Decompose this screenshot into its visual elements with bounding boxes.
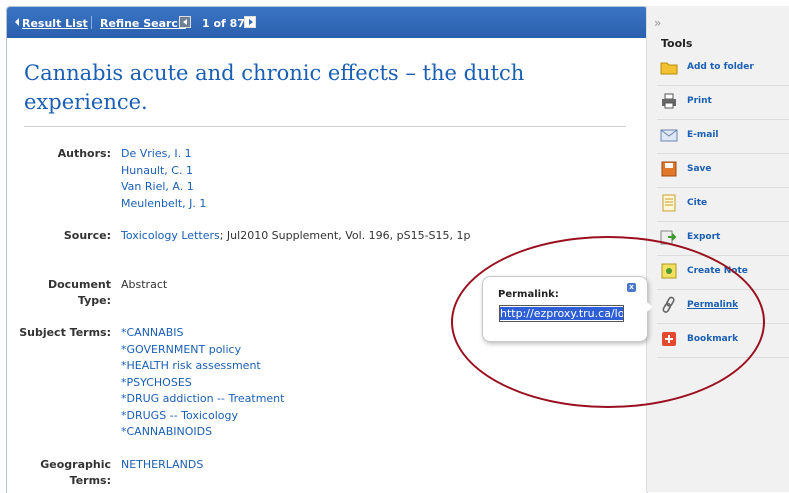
document-type-value: Abstract bbox=[121, 278, 168, 291]
back-arrow-icon bbox=[15, 18, 19, 26]
source-journal-link[interactable]: Toxicology Letters bbox=[121, 229, 220, 242]
popup-pointer bbox=[643, 299, 653, 315]
subject-term-link[interactable]: *GOVERNMENT policy bbox=[121, 342, 284, 359]
authors-list: De Vries, I. 1 Hunault, C. 1 Van Riel, A… bbox=[121, 146, 206, 212]
geographic-terms-value: NETHERLANDS bbox=[121, 457, 203, 474]
next-record-button[interactable] bbox=[244, 16, 256, 28]
author-link[interactable]: De Vries, I. 1 bbox=[121, 146, 206, 163]
note-icon bbox=[661, 263, 677, 279]
tool-label: Print bbox=[687, 96, 712, 106]
title-divider bbox=[24, 126, 626, 127]
results-nav-bar: Result List Refine Search 1 of 874 bbox=[7, 7, 647, 38]
tool-label: Permalink bbox=[687, 300, 739, 310]
permalink-url-value: http://ezproxy.tru.ca/login bbox=[500, 307, 623, 320]
permalink-popup: Permalink: x http://ezproxy.tru.ca/login bbox=[482, 276, 653, 342]
tool-label: Save bbox=[687, 164, 712, 174]
tool-label: Create Note bbox=[687, 266, 748, 276]
source-label: Source: bbox=[63, 229, 111, 242]
subject-terms-list: *CANNABIS *GOVERNMENT policy *HEALTH ris… bbox=[121, 325, 284, 441]
tool-print[interactable]: Print bbox=[657, 86, 789, 120]
save-icon bbox=[661, 161, 677, 177]
tool-bookmark[interactable]: Bookmark bbox=[657, 324, 789, 358]
chevron-right-icon bbox=[249, 19, 253, 25]
source-details: ; Jul2010 Supplement, Vol. 196, pS15-S15… bbox=[219, 229, 471, 242]
collapse-sidebar-button[interactable]: » bbox=[654, 16, 661, 30]
source-value: Toxicology Letters; Jul2010 Supplement, … bbox=[121, 228, 471, 245]
subject-term-link[interactable]: *DRUGS -- Toxicology bbox=[121, 408, 284, 425]
refine-search-link[interactable]: Refine Search bbox=[100, 17, 186, 30]
tool-add-to-folder[interactable]: Add to folder bbox=[657, 52, 789, 86]
cite-icon bbox=[662, 194, 676, 212]
tool-cite[interactable]: Cite bbox=[657, 188, 789, 222]
document-type-label-line1: Document bbox=[47, 278, 111, 291]
bookmark-icon bbox=[662, 332, 676, 346]
geographic-terms-label-line2: Terms: bbox=[69, 474, 111, 487]
tool-create-note[interactable]: Create Note bbox=[657, 256, 789, 290]
permalink-popup-label: Permalink: bbox=[498, 289, 559, 300]
permalink-url-field[interactable]: http://ezproxy.tru.ca/login bbox=[499, 305, 624, 322]
tool-label: E-mail bbox=[687, 130, 719, 140]
authors-label: Authors: bbox=[57, 147, 111, 160]
nav-separator bbox=[91, 16, 92, 29]
tool-save[interactable]: Save bbox=[657, 154, 789, 188]
tool-label: Cite bbox=[687, 198, 708, 208]
article-title: Cannabis acute and chronic effects – the… bbox=[24, 61, 525, 114]
tool-export[interactable]: Export bbox=[657, 222, 789, 256]
author-link[interactable]: Meulenbelt, J. 1 bbox=[121, 196, 206, 213]
geographic-terms-label: Geographic Terms: bbox=[7, 457, 111, 489]
tool-permalink[interactable]: Permalink bbox=[657, 290, 789, 324]
tool-email[interactable]: E-mail bbox=[657, 120, 789, 154]
tool-label: Export bbox=[687, 232, 721, 242]
folder-icon bbox=[660, 62, 678, 75]
author-link[interactable]: Van Riel, A. 1 bbox=[121, 179, 206, 196]
tool-label: Add to folder bbox=[687, 62, 754, 72]
tools-heading: Tools bbox=[661, 37, 693, 50]
subject-terms-label: Subject Terms: bbox=[19, 326, 111, 339]
result-list-link[interactable]: Result List bbox=[22, 17, 88, 30]
record-panel: Result List Refine Search 1 of 874 Canna… bbox=[6, 6, 648, 493]
author-link[interactable]: Hunault, C. 1 bbox=[121, 163, 206, 180]
email-icon bbox=[660, 129, 678, 142]
export-icon bbox=[660, 230, 677, 245]
previous-record-button[interactable] bbox=[179, 16, 191, 28]
close-icon[interactable]: x bbox=[627, 283, 636, 292]
tool-label: Bookmark bbox=[687, 334, 739, 344]
geographic-term-link[interactable]: NETHERLANDS bbox=[121, 457, 203, 474]
chevron-left-icon bbox=[183, 19, 187, 25]
subject-term-link[interactable]: *DRUG addiction -- Treatment bbox=[121, 391, 284, 408]
document-type-label-line2: Type: bbox=[77, 294, 111, 307]
printer-icon bbox=[662, 93, 676, 109]
tools-sidebar: » Tools Add to folder Print E-mail Save … bbox=[646, 6, 789, 492]
subject-term-link[interactable]: *HEALTH risk assessment bbox=[121, 358, 284, 375]
subject-term-link[interactable]: *CANNABIS bbox=[121, 325, 284, 342]
document-type-label: Document Type: bbox=[7, 277, 111, 309]
link-icon bbox=[662, 296, 675, 313]
geographic-terms-label-line1: Geographic bbox=[40, 458, 111, 471]
subject-term-link[interactable]: *CANNABINOIDS bbox=[121, 424, 284, 441]
subject-term-link[interactable]: *PSYCHOSES bbox=[121, 375, 284, 392]
